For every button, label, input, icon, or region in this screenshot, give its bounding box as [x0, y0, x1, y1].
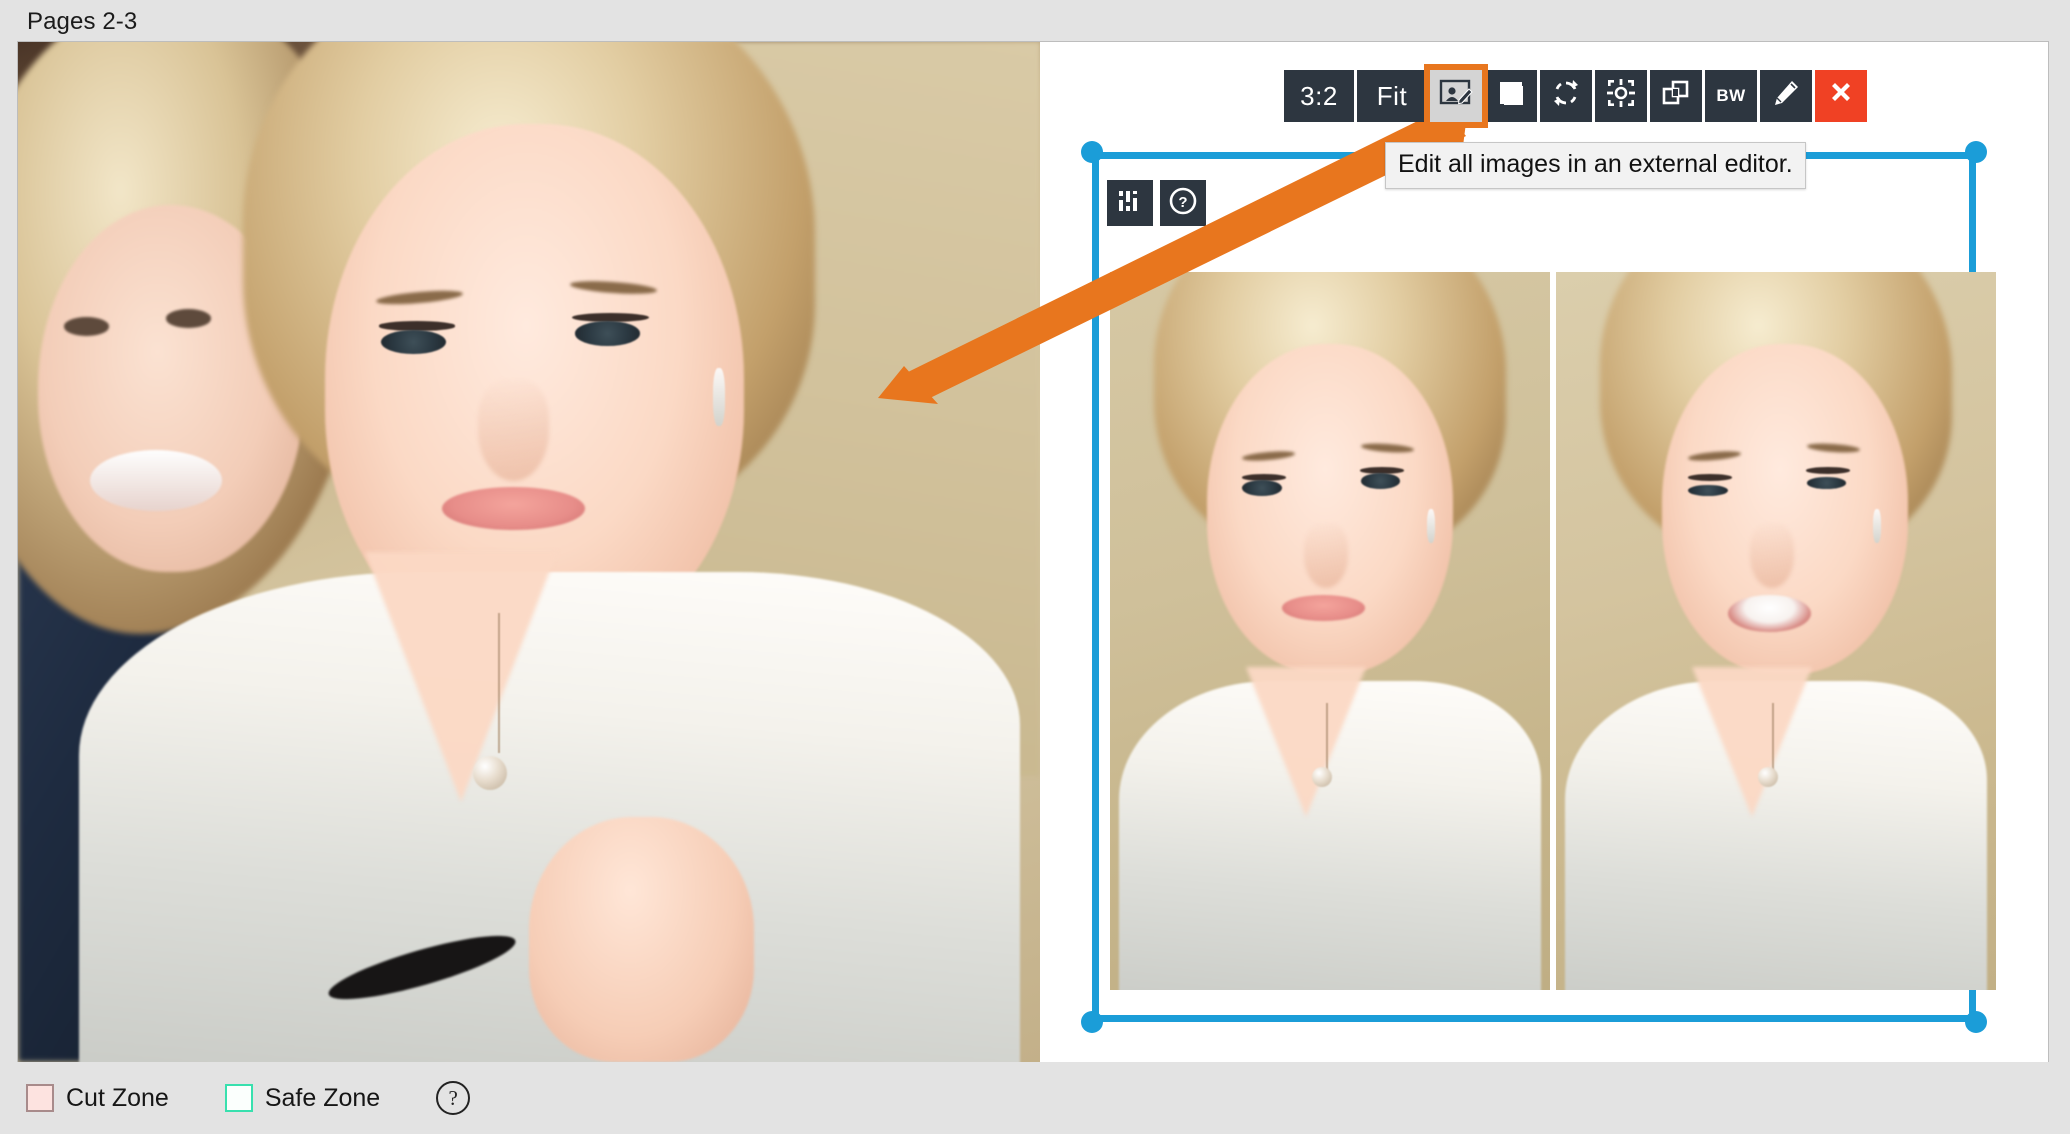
- tooltip: Edit all images in an external editor.: [1385, 142, 1806, 189]
- fit-label: Fit: [1376, 80, 1408, 111]
- tooltip-text: Edit all images in an external editor.: [1398, 150, 1793, 178]
- delete-button[interactable]: [1815, 70, 1867, 122]
- aspect-ratio-3-2-button[interactable]: 3:2: [1284, 70, 1354, 122]
- selection-edge-left[interactable]: [1092, 152, 1099, 1022]
- rotate-refresh-button[interactable]: [1540, 70, 1592, 122]
- black-and-white-button[interactable]: BW: [1705, 70, 1757, 122]
- page-spread-canvas[interactable]: ?: [18, 42, 2048, 1062]
- close-x-icon: [1828, 80, 1854, 113]
- edit-all-images-external-button[interactable]: [1430, 70, 1482, 122]
- frame-help-button[interactable]: ?: [1160, 180, 1206, 226]
- safe-zone-label: Safe Zone: [264, 1083, 381, 1112]
- zone-legend-bar: Cut Zone Safe Zone ?: [0, 1062, 2070, 1134]
- duplicate-button[interactable]: [1650, 70, 1702, 122]
- aspect-ratio-label: 3:2: [1300, 80, 1338, 111]
- square-fill-icon: [1497, 79, 1525, 114]
- resize-handle-top-right[interactable]: [1965, 141, 1987, 163]
- resize-handle-bottom-left[interactable]: [1081, 1011, 1103, 1033]
- thumbnail-image-2[interactable]: [1556, 272, 1996, 990]
- thumbnail-image-1[interactable]: [1110, 272, 1550, 990]
- sliders-icon: [1116, 187, 1144, 220]
- selection-edge-bottom[interactable]: [1092, 1015, 1976, 1022]
- bw-label: BW: [1716, 86, 1746, 105]
- legend-item-cut-zone[interactable]: Cut Zone: [26, 1084, 169, 1113]
- fit-button[interactable]: Fit: [1357, 70, 1427, 122]
- frame-icon-group: ?: [1107, 180, 1206, 226]
- legend-help-label: ?: [448, 1085, 458, 1110]
- legend-help-icon[interactable]: ?: [436, 1081, 471, 1115]
- resize-handle-bottom-right[interactable]: [1965, 1011, 1987, 1033]
- top-bar: Pages 2-3: [0, 0, 2070, 42]
- image-frame-selection[interactable]: ?: [1081, 141, 1996, 1033]
- frame-thumbnail-row: [1110, 272, 1996, 990]
- edit-pencil-button[interactable]: [1760, 70, 1812, 122]
- left-page-photo: [18, 42, 1040, 1062]
- cut-zone-label: Cut Zone: [66, 1083, 169, 1112]
- legend-item-safe-zone[interactable]: Safe Zone: [224, 1083, 381, 1113]
- auto-enhance-button[interactable]: [1595, 70, 1647, 122]
- svg-text:?: ?: [1178, 194, 1187, 211]
- pencil-icon: [1772, 79, 1800, 114]
- page-left[interactable]: [18, 42, 1040, 1062]
- image-edit-icon: [1439, 78, 1473, 115]
- refresh-icon: [1551, 78, 1581, 115]
- duplicate-icon: [1662, 79, 1690, 114]
- focus-target-icon: [1606, 78, 1636, 115]
- safe-zone-swatch: [224, 1084, 253, 1112]
- image-adjust-sliders-button[interactable]: [1107, 180, 1153, 226]
- page-title: Pages 2-3: [27, 8, 138, 35]
- image-frame-toolbar[interactable]: 3:2 Fit BW: [1284, 70, 1867, 122]
- crop-fill-button[interactable]: [1485, 70, 1537, 122]
- resize-handle-top-left[interactable]: [1081, 141, 1103, 163]
- cut-zone-swatch: [26, 1084, 54, 1112]
- question-mark-icon: ?: [1168, 186, 1198, 221]
